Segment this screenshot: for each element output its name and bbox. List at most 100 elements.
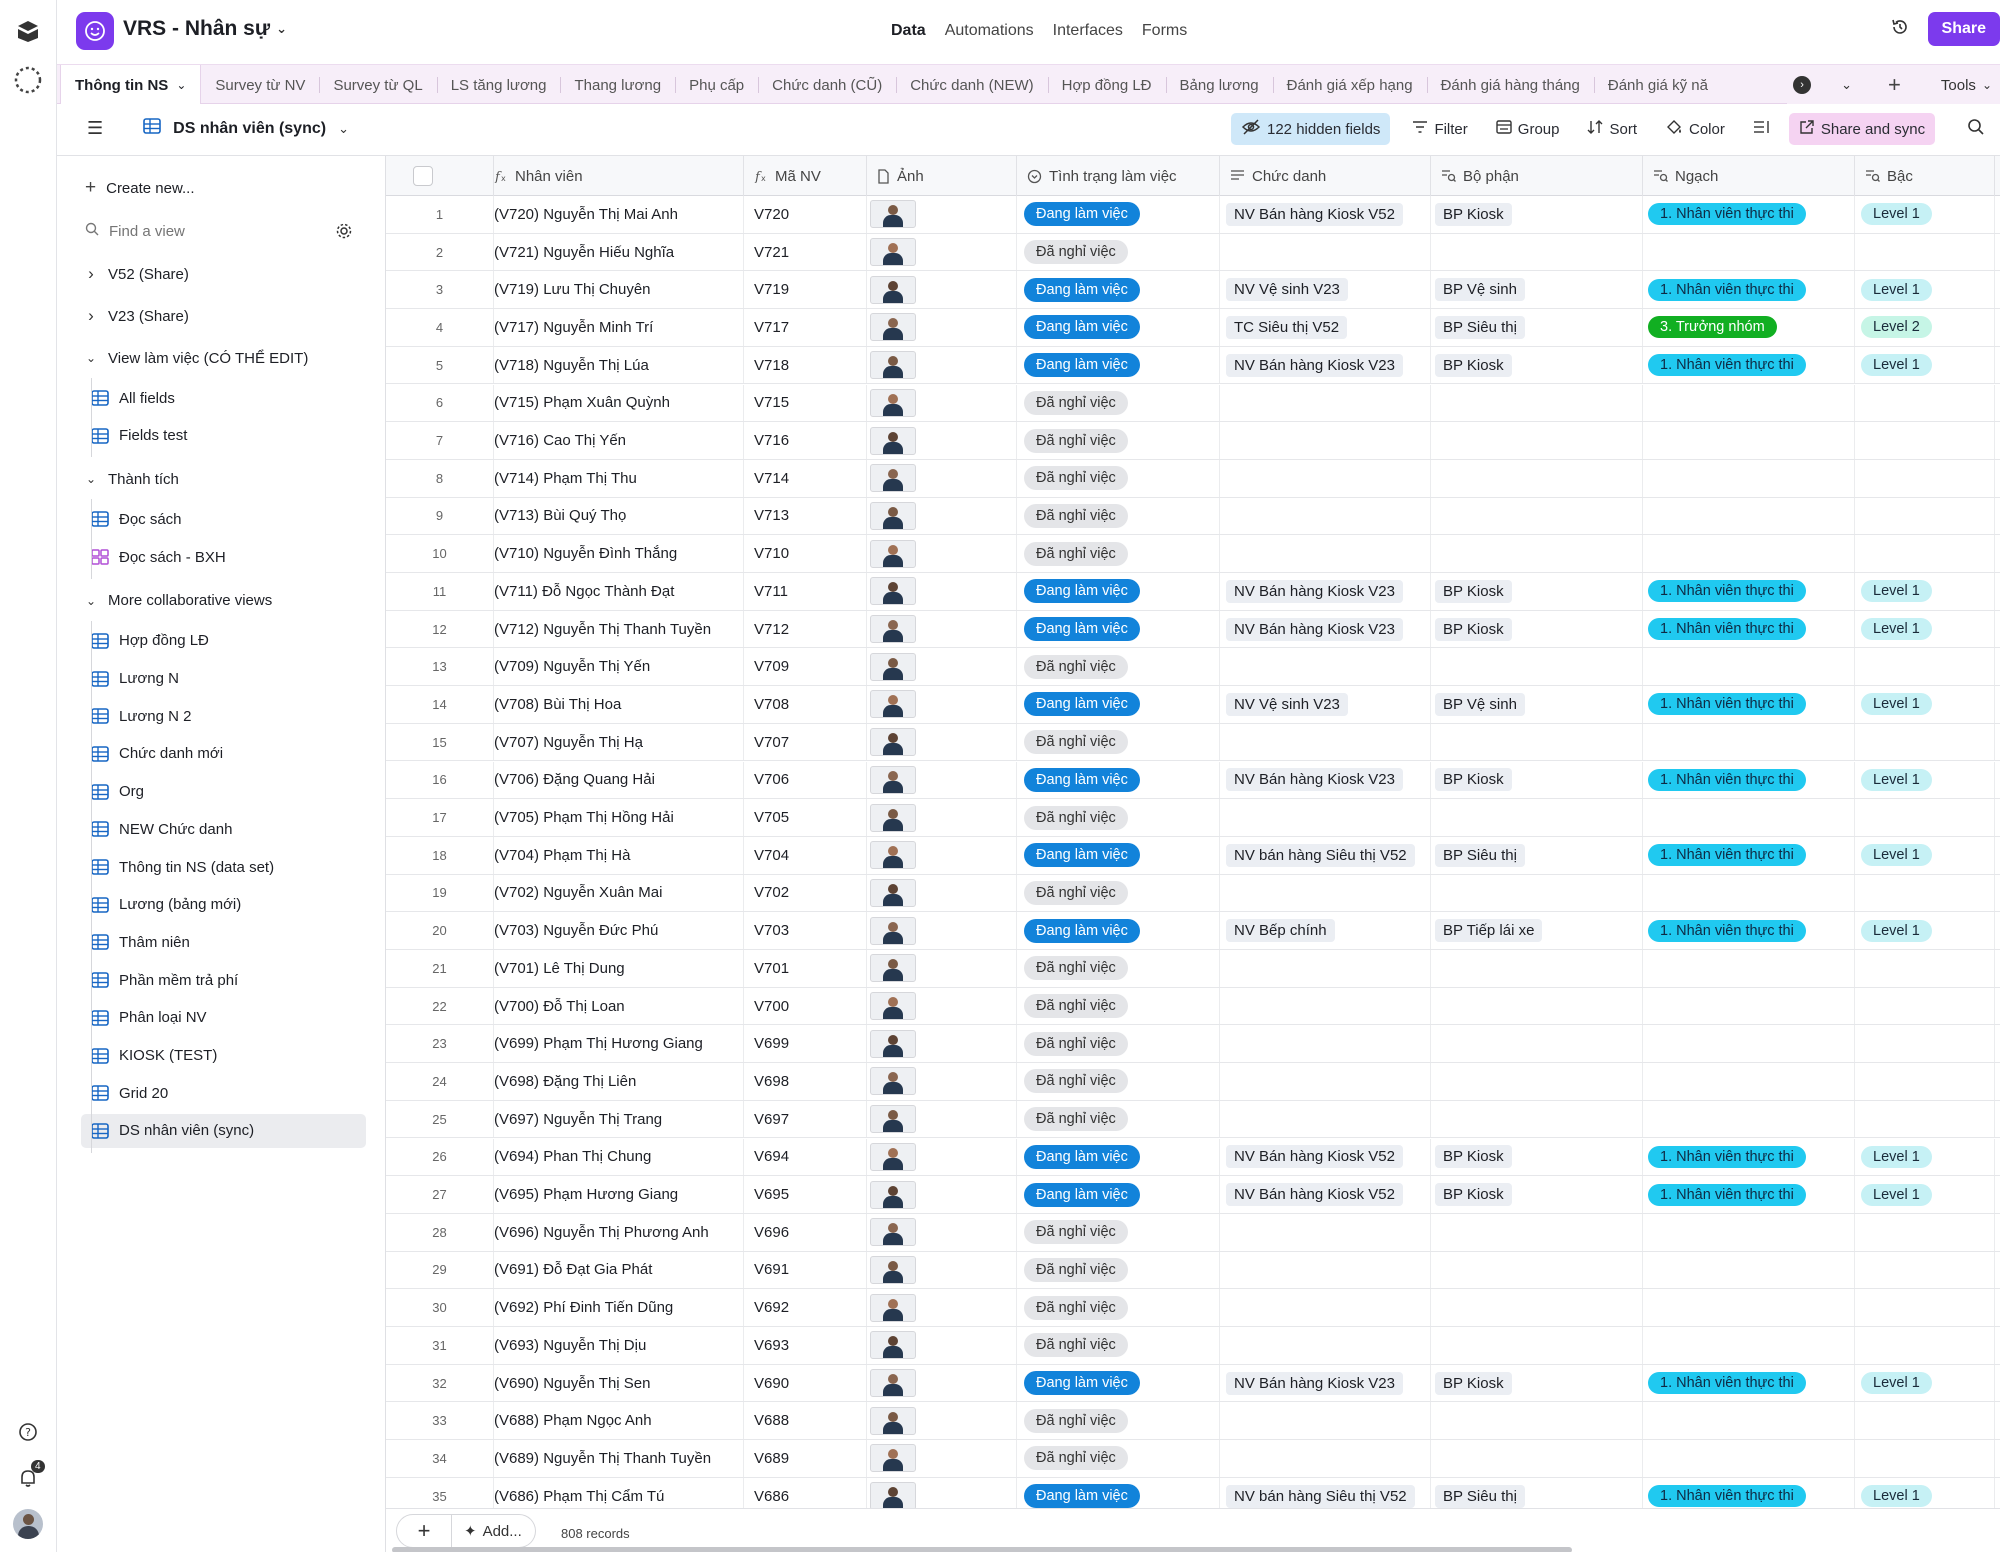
job-title-cell[interactable] [1220, 1100, 1431, 1138]
job-title-cell[interactable] [1220, 384, 1431, 422]
status-cell[interactable]: Đã nghỉ việc [1017, 459, 1220, 497]
level-cell[interactable] [1855, 1063, 1995, 1100]
employee-name-cell[interactable]: (V711) Đỗ Ngọc Thành Đạt [494, 573, 744, 610]
level-cell[interactable]: Level 1 [1855, 196, 1995, 233]
table-row[interactable]: 9 (V713) Bùi Quý Thọ V713 Đã nghỉ việc [386, 497, 2000, 536]
employee-id-cell[interactable]: V704 [744, 836, 867, 874]
level-cell[interactable] [1855, 1402, 1995, 1440]
photo-cell[interactable] [867, 233, 1017, 271]
employee-name-cell[interactable]: (V701) Lê Thị Dung [494, 950, 744, 987]
employee-id-cell[interactable]: V698 [744, 1063, 867, 1100]
employee-photo[interactable] [870, 238, 916, 267]
status-cell[interactable]: Đang làm việc [1017, 1138, 1220, 1176]
department-cell[interactable] [1431, 799, 1643, 836]
create-new-view[interactable]: + Create new... [57, 170, 386, 206]
employee-id-cell[interactable]: V710 [744, 535, 867, 572]
table-row[interactable]: 5 (V718) Nguyễn Thị Lúa V718 Đang làm việc N… [386, 346, 2000, 385]
employee-photo[interactable] [870, 878, 916, 907]
table-tab[interactable]: Đánh giá kỹ nă [1593, 65, 1722, 105]
job-title-cell[interactable] [1220, 497, 1431, 535]
search-button[interactable] [1957, 113, 1995, 145]
employee-photo[interactable] [870, 652, 916, 681]
table-row[interactable]: 8 (V714) Phạm Thị Thu V714 Đã nghỉ việc [386, 459, 2000, 498]
status-cell[interactable]: Đã nghỉ việc [1017, 1100, 1220, 1138]
employee-id-cell[interactable]: V714 [744, 459, 867, 497]
chevron-down-icon[interactable]: ⌄ [176, 78, 186, 92]
photo-cell[interactable] [867, 459, 1017, 497]
department-cell[interactable]: BP Kiosk [1431, 1364, 1643, 1402]
status-cell[interactable]: Đã nghỉ việc [1017, 874, 1220, 912]
table-tab[interactable]: Đánh giá xếp hạng [1272, 65, 1427, 105]
photo-cell[interactable] [867, 1025, 1017, 1063]
department-cell[interactable] [1431, 1327, 1643, 1364]
employee-photo[interactable] [870, 275, 916, 304]
employee-photo[interactable] [870, 615, 916, 644]
status-cell[interactable]: Đã nghỉ việc [1017, 1289, 1220, 1326]
table-tab[interactable]: Thang lương [560, 65, 675, 105]
level-cell[interactable]: Level 1 [1855, 1138, 1995, 1176]
menu-icon[interactable]: ☰ [87, 118, 103, 139]
department-cell[interactable] [1431, 1063, 1643, 1100]
employee-photo[interactable] [870, 577, 916, 606]
department-cell[interactable] [1431, 1213, 1643, 1251]
color-button[interactable]: Color [1655, 113, 1735, 145]
share-and-sync-button[interactable]: Share and sync [1788, 113, 1936, 145]
photo-cell[interactable] [867, 987, 1017, 1025]
table-tab[interactable]: LS tăng lương [436, 65, 561, 105]
column-header[interactable]: Tình trạng làm việc [1017, 156, 1220, 196]
level-cell[interactable] [1855, 1025, 1995, 1063]
table-row[interactable]: 21 (V701) Lê Thị Dung V701 Đã nghỉ việc [386, 950, 2000, 988]
rank-cell[interactable] [1643, 723, 1855, 761]
employee-photo[interactable] [870, 1482, 916, 1511]
rank-cell[interactable]: 1. Nhân viên thực thi [1643, 196, 1855, 233]
status-cell[interactable]: Đã nghỉ việc [1017, 987, 1220, 1025]
table-tab[interactable]: Thông tin NS ⌄ [60, 64, 202, 106]
level-cell[interactable]: Level 1 [1855, 761, 1995, 799]
employee-name-cell[interactable]: (V708) Bùi Thị Hoa [494, 686, 744, 723]
job-title-cell[interactable]: NV Bán hàng Kiosk V52 [1220, 1138, 1431, 1176]
column-header[interactable]: f x Nhân viên [494, 156, 744, 196]
base-icon[interactable] [76, 12, 114, 50]
department-cell[interactable]: BP Kiosk [1431, 610, 1643, 648]
employee-name-cell[interactable]: (V706) Đặng Quang Hải [494, 761, 744, 799]
photo-cell[interactable] [867, 836, 1017, 874]
tools-menu[interactable]: Tools ⌄ [1941, 77, 1992, 94]
table-tab[interactable]: Survey từ QL [319, 65, 436, 105]
chevron-down-icon[interactable]: ⌄ [1841, 77, 1852, 93]
employee-photo[interactable] [870, 501, 916, 530]
scroll-right-icon[interactable]: › [1793, 76, 1812, 94]
department-cell[interactable] [1431, 950, 1643, 987]
employee-id-cell[interactable]: V721 [744, 233, 867, 271]
employee-id-cell[interactable]: V719 [744, 271, 867, 309]
level-cell[interactable] [1855, 723, 1995, 761]
status-cell[interactable]: Đang làm việc [1017, 836, 1220, 874]
job-title-cell[interactable]: NV Bếp chính [1220, 912, 1431, 949]
job-title-cell[interactable] [1220, 648, 1431, 686]
employee-photo[interactable] [870, 351, 916, 380]
level-cell[interactable] [1855, 950, 1995, 987]
rank-cell[interactable] [1643, 1100, 1855, 1138]
sidebar-view-item[interactable]: Đọc sách - BXH [81, 540, 366, 574]
sidebar-view-item[interactable]: NEW Chức danh [81, 812, 366, 846]
employee-id-cell[interactable]: V699 [744, 1025, 867, 1063]
photo-cell[interactable] [867, 1138, 1017, 1176]
department-cell[interactable] [1431, 1100, 1643, 1138]
rank-cell[interactable]: 1. Nhân viên thực thi [1643, 573, 1855, 610]
rank-cell[interactable] [1643, 459, 1855, 497]
employee-id-cell[interactable]: V711 [744, 573, 867, 610]
table-row[interactable]: 17 (V705) Phạm Thị Hồng Hải V705 Đã nghỉ vi… [386, 799, 2000, 837]
sidebar-view-item[interactable]: All fields [81, 381, 366, 415]
level-cell[interactable] [1855, 799, 1995, 836]
sort-button[interactable]: Sort [1577, 113, 1647, 145]
employee-photo[interactable] [870, 992, 916, 1021]
status-cell[interactable]: Đang làm việc [1017, 271, 1220, 309]
rank-cell[interactable]: 1. Nhân viên thực thi [1643, 610, 1855, 648]
rank-cell[interactable]: 1. Nhân viên thực thi [1643, 686, 1855, 723]
department-cell[interactable] [1431, 723, 1643, 761]
sidebar-view-item[interactable]: Phần mềm trả phí [81, 963, 366, 997]
rank-cell[interactable] [1643, 1327, 1855, 1364]
chevron-down-icon[interactable]: ⌄ [338, 121, 349, 137]
level-cell[interactable] [1855, 1100, 1995, 1138]
column-header[interactable]: Ảnh [867, 156, 1017, 196]
department-cell[interactable]: BP Tiếp lái xe [1431, 912, 1643, 949]
